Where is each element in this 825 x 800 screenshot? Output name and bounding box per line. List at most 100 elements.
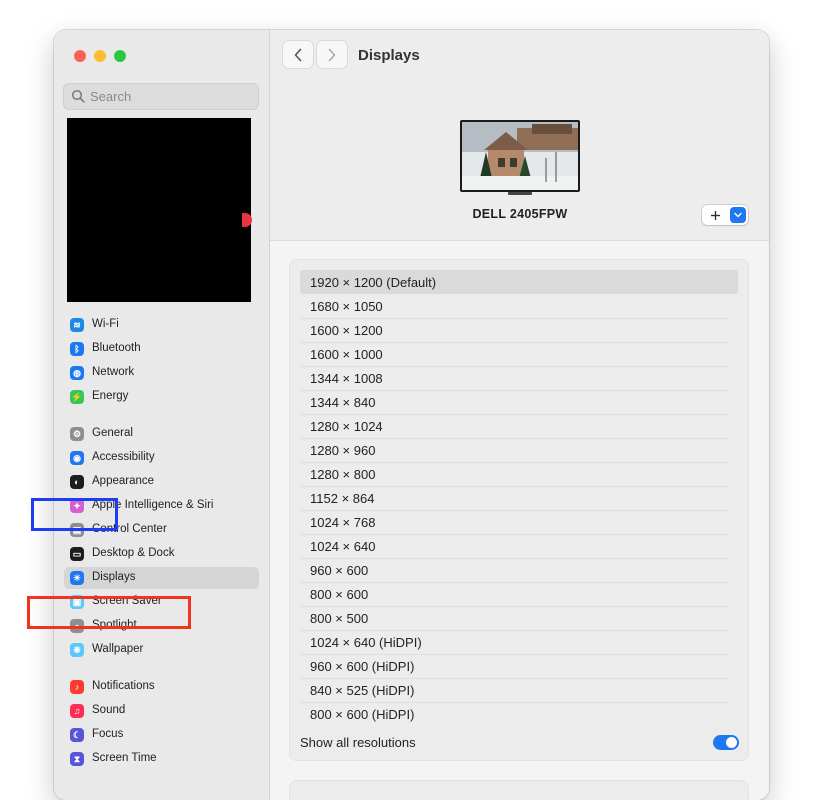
resolution-label: 800 × 600 (HiDPI) [310, 707, 415, 722]
display-preview-image [460, 120, 580, 192]
resolution-option[interactable]: 1680 × 1050 [300, 294, 738, 318]
resolution-option[interactable]: 1024 × 768 [300, 510, 738, 534]
sidebar-item-label: Accessibility [92, 451, 155, 463]
sidebar-item-label: Appearance [92, 475, 155, 487]
resolution-option[interactable]: 1600 × 1200 [300, 318, 738, 342]
resolution-label: 1024 × 640 [310, 539, 376, 554]
sidebar-item-focus[interactable]: ☾ Focus [64, 724, 259, 746]
chevron-left-icon [294, 48, 302, 61]
resolution-label: 1344 × 840 [310, 395, 376, 410]
minimize-window-button[interactable] [94, 50, 106, 62]
resolution-option[interactable]: 1024 × 640 [300, 534, 738, 558]
resolution-option[interactable]: 1280 × 800 [300, 462, 738, 486]
sidebar-item-label: Focus [92, 728, 124, 740]
speaker-icon: ♫ [70, 704, 84, 718]
resolution-label: 960 × 600 (HiDPI) [310, 659, 415, 674]
accessibility-icon: ◉ [70, 451, 84, 465]
resolution-label: 800 × 600 [310, 587, 369, 602]
bell-icon: ♪ [70, 680, 84, 694]
sidebar-item-bluetooth[interactable]: ᛒ Bluetooth [64, 338, 259, 360]
toggle-knob [726, 737, 737, 748]
resolution-label: 1024 × 640 (HiDPI) [310, 635, 422, 650]
resolution-panel: 1920 × 1200 (Default) 1680 × 1050 1600 × 1… [290, 260, 748, 760]
main-pane: Displays DELL 2405FPW 1920 × 1200 (Defau… [270, 30, 769, 800]
resolution-label: 960 × 600 [310, 563, 369, 578]
chevron-right-icon [328, 48, 336, 61]
resolution-option[interactable]: 1920 × 1200 (Default) [300, 270, 738, 294]
sidebar-item-notifications[interactable]: ♪ Notifications [64, 676, 259, 698]
resolution-label: 1024 × 768 [310, 515, 376, 530]
settings-window: ≋ Wi-Fi ᛒ Bluetooth ◍ Network ⚡ Energy ⚙ General ◉… [54, 30, 769, 800]
wifi-icon: ≋ [70, 318, 84, 332]
resolution-label: 1280 × 800 [310, 467, 376, 482]
resolution-label: 1280 × 960 [310, 443, 376, 458]
monitor-stand [508, 192, 532, 195]
back-button[interactable] [283, 41, 313, 68]
resolution-label: 1600 × 1000 [310, 347, 383, 362]
resolution-label: 1152 × 864 [310, 491, 375, 506]
add-display-menu-button[interactable] [730, 207, 746, 223]
resolution-option[interactable]: 1600 × 1000 [300, 342, 738, 366]
hourglass-icon: ⧗ [70, 752, 84, 766]
resolution-option[interactable]: 1344 × 1008 [300, 366, 738, 390]
resolution-label: 1280 × 1024 [310, 419, 383, 434]
resolution-option[interactable]: 800 × 600 [300, 582, 738, 606]
show-all-resolutions-label: Show all resolutions [300, 735, 416, 750]
sidebar-item-label: Network [92, 366, 135, 378]
sidebar-item-sound[interactable]: ♫ Sound [64, 700, 259, 722]
resolution-option[interactable]: 1344 × 840 [300, 390, 738, 414]
close-window-button[interactable] [74, 50, 86, 62]
chevron-down-icon [734, 212, 742, 218]
plus-icon [710, 210, 720, 220]
page-title: Displays [358, 47, 420, 64]
resolution-label: 1344 × 1008 [310, 371, 383, 386]
resolution-option[interactable]: 960 × 600 [300, 558, 738, 582]
sidebar-item-label: Sound [92, 704, 126, 716]
resolution-option[interactable]: 1152 × 864 [300, 486, 738, 510]
resolution-option[interactable]: 960 × 600 (HiDPI) [300, 654, 738, 678]
dock-icon: ▭ [70, 547, 84, 561]
sidebar-item-network[interactable]: ◍ Network [64, 362, 259, 384]
sidebar-item-label: Screen Time [92, 752, 157, 764]
sidebar-item-label: Bluetooth [92, 342, 141, 354]
sidebar-item-wi-fi[interactable]: ≋ Wi-Fi [64, 314, 259, 336]
resolution-option[interactable]: 800 × 600 (HiDPI) [300, 702, 738, 726]
display-header: Displays DELL 2405FPW [270, 30, 769, 241]
sidebar-item-label: Desktop & Dock [92, 547, 175, 559]
search-input[interactable] [90, 83, 250, 110]
sidebar-item-energy[interactable]: ⚡ Energy [64, 386, 259, 408]
forward-button[interactable] [317, 41, 347, 68]
show-all-resolutions-toggle[interactable] [713, 735, 739, 750]
resolution-option[interactable]: 800 × 500 [300, 606, 738, 630]
monitor-thumbnail[interactable] [460, 120, 580, 195]
displays-icon: ☀ [70, 571, 84, 585]
moon-icon: ☾ [70, 728, 84, 742]
search-icon [71, 89, 85, 103]
sidebar-item-wallpaper[interactable]: ❋ Wallpaper [64, 639, 259, 661]
resolution-label: 800 × 500 [310, 611, 369, 626]
bluetooth-icon: ᛒ [70, 342, 84, 356]
sidebar-item-label: Displays [92, 571, 136, 583]
search-field[interactable] [63, 83, 259, 110]
sidebar-item-general[interactable]: ⚙ General [64, 423, 259, 445]
bolt-icon: ⚡ [70, 390, 84, 404]
resolution-option[interactable]: 840 × 525 (HiDPI) [300, 678, 738, 702]
account-card[interactable] [67, 118, 251, 302]
sidebar-item-label: Energy [92, 390, 129, 402]
resolution-label: 840 × 525 (HiDPI) [310, 683, 415, 698]
resolution-label: 1920 × 1200 (Default) [310, 275, 437, 290]
sidebar-item-accessibility[interactable]: ◉ Accessibility [64, 447, 259, 469]
resolution-option[interactable]: 1280 × 960 [300, 438, 738, 462]
zoom-window-button[interactable] [114, 50, 126, 62]
sidebar-item-desktop-dock[interactable]: ▭ Desktop & Dock [64, 543, 259, 565]
add-button[interactable] [702, 205, 728, 225]
gear-icon: ⚙ [70, 427, 84, 441]
resolution-option[interactable]: 1280 × 1024 [300, 414, 738, 438]
add-display-control [702, 205, 748, 225]
sidebar-item-screen-time[interactable]: ⧗ Screen Time [64, 748, 259, 770]
sidebar-item-appearance[interactable]: ◐ Appearance [64, 471, 259, 493]
sidebar-item-displays[interactable]: ☀ Displays [64, 567, 259, 589]
resolution-option[interactable]: 1024 × 640 (HiDPI) [300, 630, 738, 654]
wallpaper-icon: ❋ [70, 643, 84, 657]
display-name: DELL 2405FPW [472, 207, 568, 221]
